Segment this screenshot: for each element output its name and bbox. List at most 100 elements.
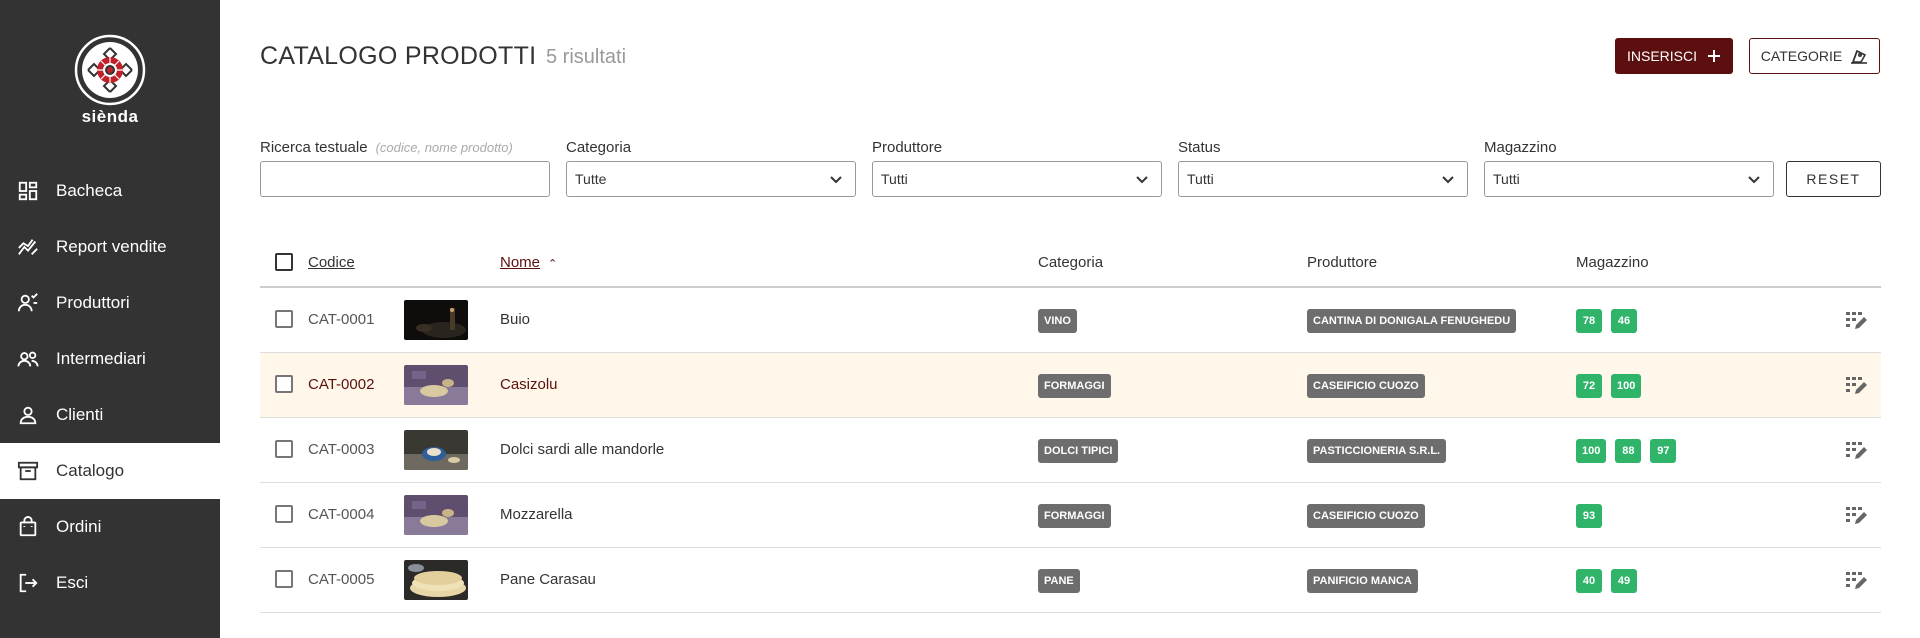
product-code: CAT-0001 (308, 311, 375, 328)
sort-ascending-icon: ⌃ (548, 258, 558, 270)
row-checkbox[interactable] (275, 375, 293, 393)
category-badge: FORMAGGI (1038, 374, 1111, 398)
status-select-value: Tutti (1187, 171, 1214, 187)
chevron-down-icon (1748, 176, 1760, 184)
reset-button[interactable]: RESET (1786, 161, 1881, 197)
stock-badge: 100 (1611, 374, 1642, 398)
table-row[interactable]: CAT-0004 Mozzarella FORMAGGI CASEIFICIO … (260, 483, 1881, 548)
stock-badges: 40 49 (1576, 569, 1637, 593)
product-thumbnail (404, 300, 468, 340)
stock-badge: 97 (1650, 439, 1677, 463)
categories-button-label: CATEGORIE (1760, 48, 1843, 64)
column-header-code[interactable]: Codice (308, 254, 355, 271)
product-code: CAT-0005 (308, 571, 375, 588)
edit-grid-icon[interactable] (1845, 310, 1867, 332)
edit-grid-icon[interactable] (1845, 440, 1867, 462)
producer-badge: PASTICCIONERIA S.R.L. (1307, 439, 1447, 463)
bag-icon (16, 515, 40, 539)
sidebar-item-label: Intermediari (56, 349, 146, 368)
product-name[interactable]: Dolci sardi alle mandorle (500, 441, 664, 458)
category-badge: DOLCI TIPICI (1038, 439, 1119, 463)
sidebar-item-label: Report vendite (56, 237, 167, 256)
stock-badge: 93 (1576, 504, 1602, 528)
stock-badge: 72 (1576, 374, 1602, 398)
stock-badges: 78 46 (1576, 309, 1637, 333)
product-name[interactable]: Pane Carasau (500, 571, 596, 588)
insert-button[interactable]: INSERISCI (1615, 38, 1733, 74)
row-checkbox[interactable] (275, 310, 293, 328)
sidebar-item-label: Bacheca (56, 181, 123, 200)
table-row[interactable]: CAT-0002 Casizolu FORMAGGI CASEIFICIO CU… (260, 353, 1881, 418)
product-name[interactable]: Casizolu (500, 376, 558, 393)
stock-badge: 40 (1576, 569, 1602, 593)
stock-badges: 93 (1576, 504, 1602, 528)
users-icon (16, 347, 40, 371)
table-row[interactable]: CAT-0003 Dolci sardi alle mandorle DOLCI… (260, 418, 1881, 483)
sidebar-item-label: Ordini (56, 517, 102, 536)
category-badge: FORMAGGI (1038, 504, 1111, 528)
page-title: CATALOGO PRODOTTI (260, 42, 537, 70)
categories-button[interactable]: CATEGORIE (1749, 38, 1880, 74)
product-thumbnail (404, 495, 468, 535)
logout-icon (16, 571, 40, 595)
product-name[interactable]: Mozzarella (500, 506, 573, 523)
sidebar-item-clienti[interactable]: Clienti (0, 387, 220, 443)
status-filter-label: Status (1178, 139, 1221, 156)
insert-button-label: INSERISCI (1626, 48, 1697, 64)
category-filter-label: Categoria (566, 139, 632, 156)
status-select[interactable]: Tutti (1178, 161, 1468, 197)
search-hint: (codice, nome prodotto) (375, 140, 513, 155)
producer-badge: PANIFICIO MANCA (1307, 569, 1418, 593)
logo-emblem-icon (74, 34, 146, 106)
sidebar-item-ordini[interactable]: Ordini (0, 499, 220, 555)
edit-grid-icon[interactable] (1845, 505, 1867, 527)
catalog-table: Codice Nome ⌃ Categoria Produttore Magazz… (260, 240, 1881, 613)
archive-icon (16, 459, 40, 483)
sidebar-item-intermediari[interactable]: Intermediari (0, 331, 220, 387)
stock-badge: 46 (1611, 309, 1637, 333)
producer-filter-label: Produttore (872, 139, 943, 156)
chevron-down-icon (1442, 176, 1454, 184)
sidebar-item-esci[interactable]: Esci (0, 555, 220, 611)
category-badge: VINO (1038, 309, 1077, 333)
sidebar-item-report-vendite[interactable]: Report vendite (0, 219, 220, 275)
search-label: Ricerca testuale (codice, nome prodotto) (260, 139, 513, 156)
edit-grid-icon[interactable] (1845, 375, 1867, 397)
sidebar-item-catalogo[interactable]: Catalogo (0, 443, 220, 499)
row-checkbox[interactable] (275, 440, 293, 458)
product-thumbnail (404, 365, 468, 405)
brand-logo[interactable]: siènda (0, 34, 220, 127)
producer-badge: CANTINA DI DONIGALA FENUGHEDU (1307, 309, 1517, 333)
column-header-producer: Produttore (1307, 254, 1378, 271)
row-checkbox[interactable] (275, 505, 293, 523)
sidebar: siènda Bacheca Report vendite Produttori… (0, 0, 220, 638)
sidebar-item-label: Clienti (56, 405, 104, 424)
row-checkbox[interactable] (275, 570, 293, 588)
select-all-checkbox[interactable] (275, 253, 293, 271)
table-header: Codice Nome ⌃ Categoria Produttore Magazz… (260, 240, 1881, 288)
stock-badges: 72 100 (1576, 374, 1642, 398)
stock-badge: 100 (1576, 439, 1607, 463)
results-count: 5 risultati (546, 46, 627, 68)
product-code: CAT-0002 (308, 376, 375, 393)
sidebar-item-produttori[interactable]: Produttori (0, 275, 220, 331)
producer-select[interactable]: Tutti (872, 161, 1162, 197)
chevron-down-icon (830, 176, 842, 184)
user-icon (16, 403, 40, 427)
tag-icon (1851, 49, 1868, 64)
chevron-down-icon (1136, 176, 1148, 184)
table-row[interactable]: CAT-0001 Buio VINO CANTINA DI DONIGALA F… (260, 288, 1881, 353)
sidebar-item-label: Esci (56, 573, 89, 592)
stock-badge: 88 (1615, 439, 1642, 463)
product-thumbnail (404, 430, 468, 470)
stock-badge: 49 (1611, 569, 1637, 593)
edit-grid-icon[interactable] (1845, 570, 1867, 592)
column-header-name[interactable]: Nome ⌃ (500, 254, 557, 271)
category-select[interactable]: Tutte (566, 161, 856, 197)
warehouse-select[interactable]: Tutti (1484, 161, 1774, 197)
product-name[interactable]: Buio (500, 311, 530, 328)
sidebar-item-bacheca[interactable]: Bacheca (0, 163, 220, 219)
search-input[interactable] (260, 161, 550, 197)
category-select-value: Tutte (575, 171, 607, 187)
table-row[interactable]: CAT-0005 Pane Carasau PANE PANIFICIO MAN… (260, 548, 1881, 613)
